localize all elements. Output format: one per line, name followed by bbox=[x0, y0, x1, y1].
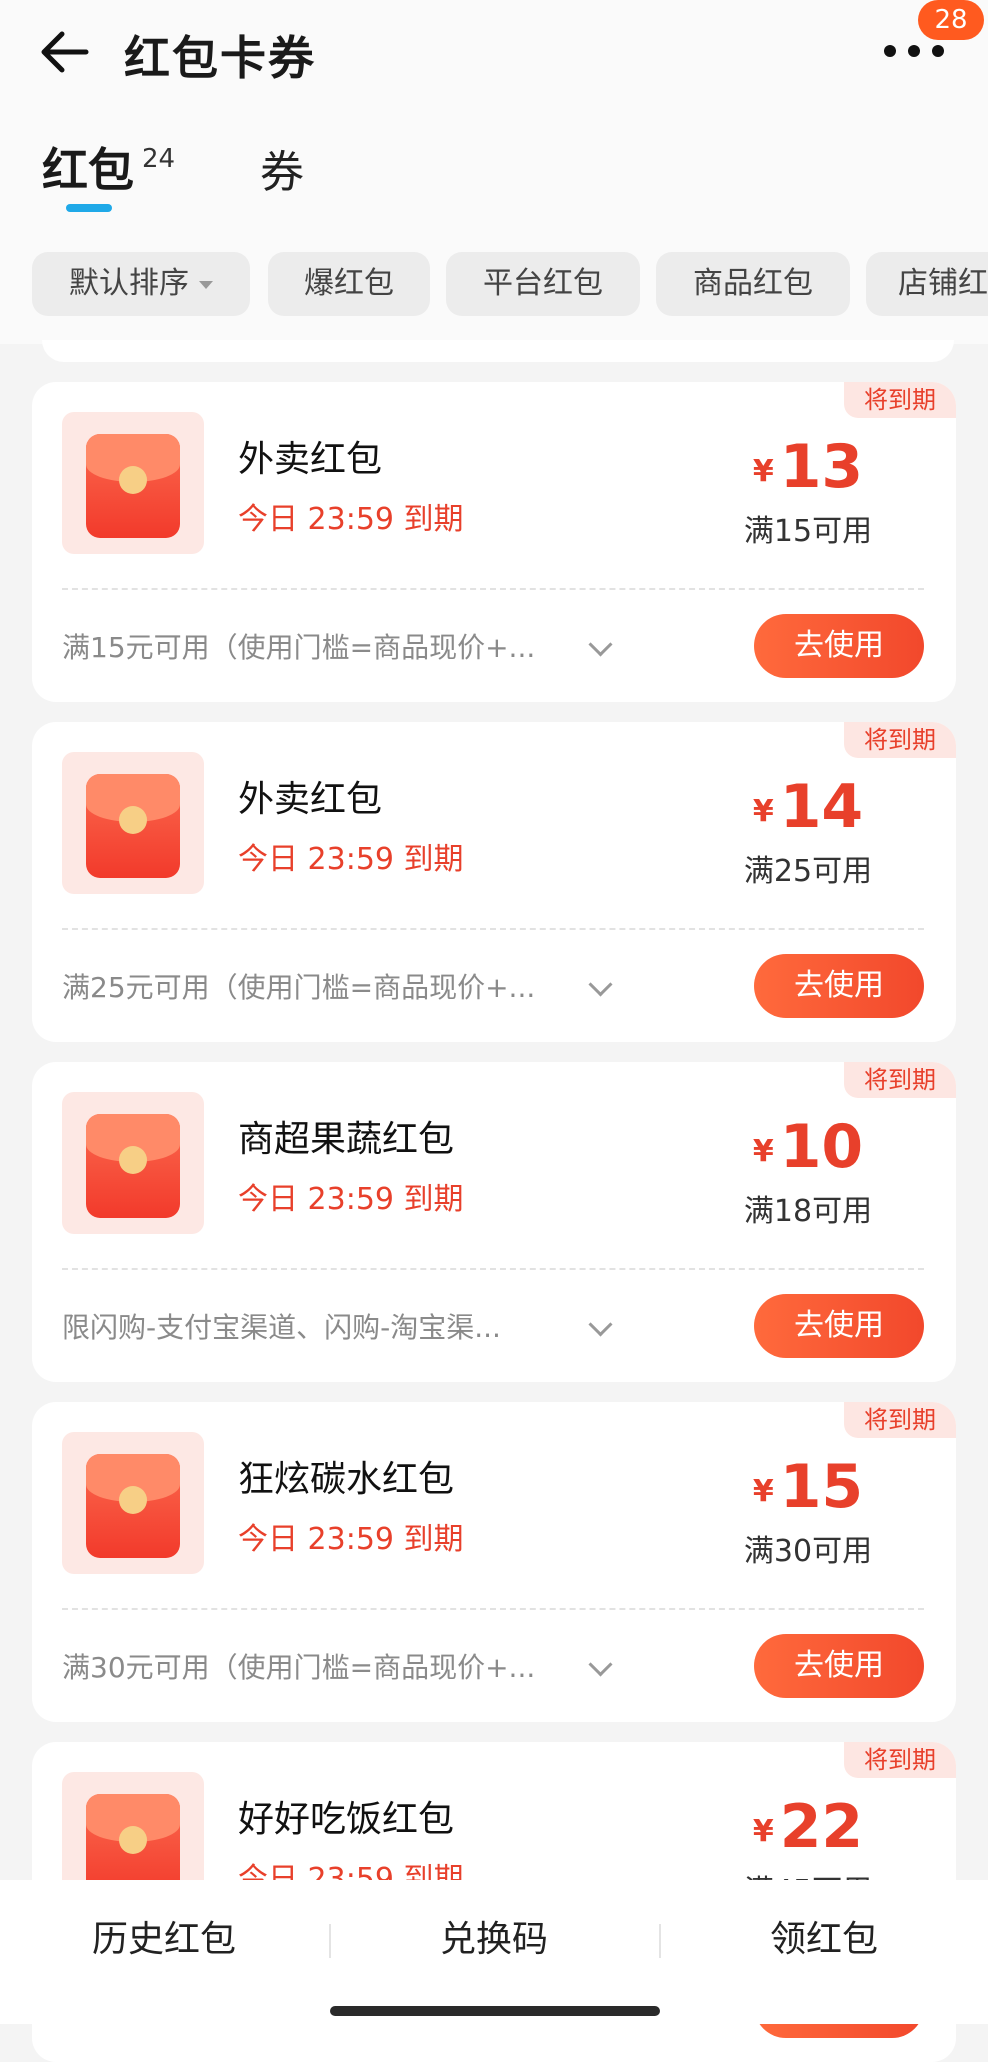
dashed-divider bbox=[62, 928, 924, 930]
red-envelope-icon bbox=[62, 1432, 204, 1574]
tab-quan[interactable]: 券 bbox=[260, 136, 304, 200]
card-amount: ¥14 bbox=[708, 772, 908, 842]
card-amount: ¥10 bbox=[708, 1112, 908, 1182]
chevron-down-icon[interactable] bbox=[588, 972, 613, 997]
filter-default-sort[interactable]: 默认排序 bbox=[32, 252, 250, 316]
card-title: 狂炫碳水红包 bbox=[238, 1459, 455, 1500]
page-title: 红包卡券 bbox=[124, 31, 316, 85]
filter-bao-hongbao[interactable]: 爆红包 bbox=[268, 252, 430, 316]
expiring-tag: 将到期 bbox=[844, 1742, 956, 1778]
card-rule-text[interactable]: 限闪购-支付宝渠道、闪购-淘宝渠... bbox=[62, 1306, 501, 1346]
currency-symbol: ¥ bbox=[752, 794, 774, 829]
filter-label: 默认排序 bbox=[69, 266, 189, 301]
chevron-down-icon[interactable] bbox=[588, 632, 613, 657]
card-threshold: 满30可用 bbox=[743, 1534, 873, 1569]
filter-product-hongbao[interactable]: 商品红包 bbox=[656, 252, 850, 316]
card-rule-text[interactable]: 满15元可用（使用门槛=商品现价+... bbox=[62, 626, 535, 666]
chevron-down-icon[interactable] bbox=[588, 1652, 613, 1677]
currency-symbol: ¥ bbox=[752, 1134, 774, 1169]
card-amount: ¥22 bbox=[708, 1792, 908, 1862]
hongbao-card: 将到期 外卖红包 今日 23:59 到期 ¥14 满25可用 满25元可用（使用… bbox=[32, 722, 956, 1042]
card-expiry: 今日 23:59 到期 bbox=[238, 1182, 464, 1217]
claim-hongbao-button[interactable]: 领红包 bbox=[674, 1910, 974, 1962]
notification-badge: 28 bbox=[918, 0, 984, 40]
expiring-tag: 将到期 bbox=[844, 1402, 956, 1438]
hongbao-card: 将到期 商超果蔬红包 今日 23:59 到期 ¥10 满18可用 限闪购-支付宝… bbox=[32, 1062, 956, 1382]
amount-value: 13 bbox=[779, 432, 864, 502]
previous-card-edge bbox=[42, 340, 954, 362]
amount-value: 14 bbox=[779, 772, 864, 842]
red-envelope-icon bbox=[62, 412, 204, 554]
card-amount: ¥15 bbox=[708, 1452, 908, 1522]
card-threshold: 满18可用 bbox=[743, 1194, 873, 1229]
use-button[interactable]: 去使用 bbox=[754, 1634, 924, 1698]
amount-value: 10 bbox=[779, 1112, 864, 1182]
dashed-divider bbox=[62, 1608, 924, 1610]
footer-separator bbox=[659, 1924, 661, 1958]
use-button[interactable]: 去使用 bbox=[754, 1294, 924, 1358]
chevron-down-icon[interactable] bbox=[588, 1312, 613, 1337]
use-button[interactable]: 去使用 bbox=[754, 614, 924, 678]
filter-store-hongbao[interactable]: 店铺红包 bbox=[866, 252, 988, 316]
dashed-divider bbox=[62, 1268, 924, 1270]
use-button[interactable]: 去使用 bbox=[754, 954, 924, 1018]
redeem-code-button[interactable]: 兑换码 bbox=[344, 1910, 644, 1962]
footer-separator bbox=[329, 1924, 331, 1958]
card-threshold: 满25可用 bbox=[743, 854, 873, 889]
back-arrow-icon[interactable] bbox=[36, 24, 92, 80]
active-tab-indicator bbox=[66, 204, 112, 212]
card-expiry: 今日 23:59 到期 bbox=[238, 502, 464, 537]
home-indicator[interactable] bbox=[330, 2006, 660, 2016]
amount-value: 15 bbox=[779, 1452, 864, 1522]
card-expiry: 今日 23:59 到期 bbox=[238, 842, 464, 877]
hongbao-card: 将到期 外卖红包 今日 23:59 到期 ¥13 满15可用 满15元可用（使用… bbox=[32, 382, 956, 702]
card-title: 好好吃饭红包 bbox=[238, 1799, 455, 1840]
expiring-tag: 将到期 bbox=[844, 722, 956, 758]
expiring-tag: 将到期 bbox=[844, 1062, 956, 1098]
card-expiry: 今日 23:59 到期 bbox=[238, 1522, 464, 1557]
bottom-bar: 历史红包 兑换码 领红包 bbox=[0, 1880, 988, 2024]
card-rule-text[interactable]: 满30元可用（使用门槛=商品现价+... bbox=[62, 1646, 535, 1686]
currency-symbol: ¥ bbox=[752, 454, 774, 489]
card-amount: ¥13 bbox=[708, 432, 908, 502]
card-title: 商超果蔬红包 bbox=[238, 1119, 455, 1160]
expiring-tag: 将到期 bbox=[844, 382, 956, 418]
red-envelope-icon bbox=[62, 1092, 204, 1234]
hongbao-card: 将到期 狂炫碳水红包 今日 23:59 到期 ¥15 满30可用 满30元可用（… bbox=[32, 1402, 956, 1722]
card-title: 外卖红包 bbox=[238, 439, 383, 480]
amount-value: 22 bbox=[779, 1792, 864, 1862]
filter-platform-hongbao[interactable]: 平台红包 bbox=[446, 252, 640, 316]
card-rule-text[interactable]: 满25元可用（使用门槛=商品现价+... bbox=[62, 966, 535, 1006]
red-envelope-icon bbox=[62, 752, 204, 894]
currency-symbol: ¥ bbox=[752, 1474, 774, 1509]
header: 红包卡券 28 红包 24 券 默认排序 爆红包 平台红包 商品红包 店铺红包 bbox=[0, 0, 988, 344]
card-title: 外卖红包 bbox=[238, 779, 383, 820]
tab-hongbao-count: 24 bbox=[142, 144, 176, 174]
dropdown-caret-icon bbox=[199, 280, 213, 289]
dashed-divider bbox=[62, 588, 924, 590]
tab-hongbao[interactable]: 红包 bbox=[42, 134, 134, 200]
history-hongbao-button[interactable]: 历史红包 bbox=[14, 1910, 314, 1962]
currency-symbol: ¥ bbox=[752, 1814, 774, 1849]
card-threshold: 满15可用 bbox=[743, 514, 873, 549]
